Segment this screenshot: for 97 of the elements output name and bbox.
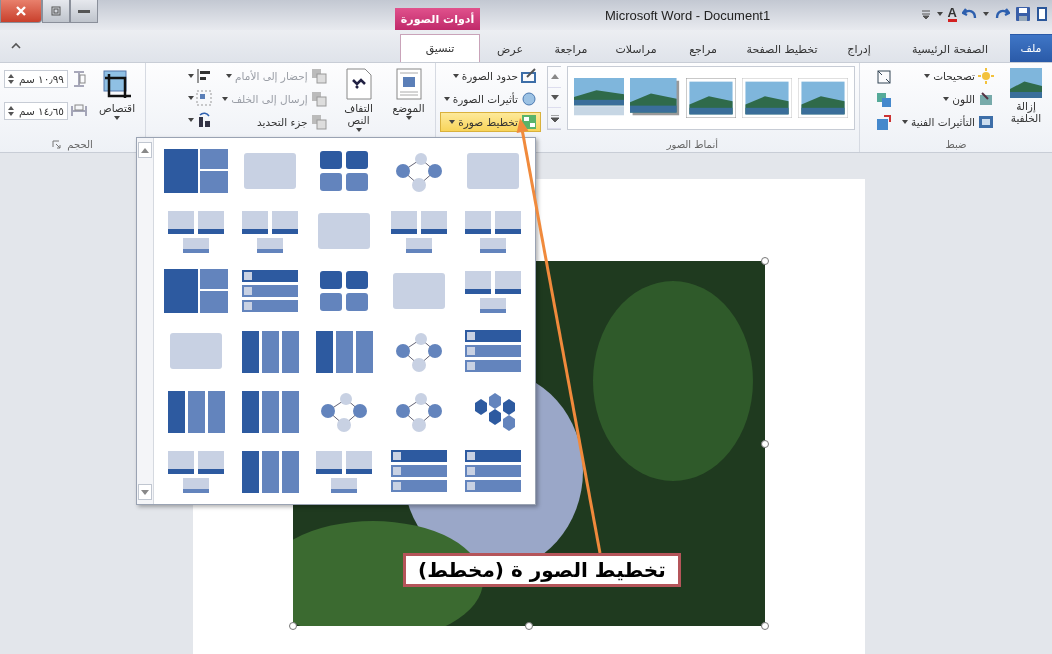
border-icon [521,68,537,84]
caret-icon [188,96,195,100]
arrange-command-button[interactable]: جزء التحديد [218,112,331,132]
rotate-icon [196,112,213,128]
reset-picture-icon [876,115,893,131]
caret-icon [983,12,989,16]
picture-style-thumbnail[interactable] [574,78,624,118]
layout-icon [521,114,537,130]
landscape-icon [1010,68,1042,98]
adjust-button[interactable]: تصحيحات [898,66,998,86]
selection-handle[interactable] [525,622,533,630]
caret-icon [188,74,195,78]
caret-icon [222,97,229,101]
spin-arrows-icon [8,106,14,116]
artistic-effects-icon [978,114,994,130]
caret-icon [114,116,120,120]
width-icon [71,103,87,119]
picture-command-button[interactable]: تأثيرات الصورة [439,89,541,109]
caret-icon [943,97,950,101]
crop-button[interactable]: اقتصاص [93,66,141,122]
ribbon-tab[interactable]: عرض [480,36,540,62]
ribbon-tab[interactable]: مراجع [670,36,736,62]
adjust-button[interactable]: اللون [898,89,998,109]
minimize-button[interactable] [70,0,98,23]
bring-forward-icon [310,68,327,84]
ribbon-tab[interactable]: مراجعة [540,36,602,62]
caret-icon [936,12,943,16]
window-title: Microsoft Word - Document1 [604,7,772,23]
caret-icon [924,74,931,78]
ribbon-tab[interactable]: مراسلات [602,36,670,62]
picture-style-thumbnail[interactable] [798,78,848,118]
caret-icon [405,116,412,120]
caret-icon [355,128,362,132]
minimize-icon [78,9,90,13]
group-icon [196,90,213,106]
ribbon-tab[interactable]: تخطيط الصفحة [736,36,828,62]
up-arrow-icon [550,74,559,80]
close-button[interactable] [0,0,42,23]
dialog-launcher-icon [52,140,62,149]
crop-icon [101,68,133,100]
remove-background-button[interactable]: إزالة الخلفية [1004,66,1048,126]
position-button[interactable]: الموضع [386,66,431,122]
customize-toolbar-icon [919,7,932,21]
selection-handle[interactable] [761,622,769,630]
height-field[interactable]: ١٠٫٩٩ سم [4,70,68,88]
position-icon [394,68,423,100]
ribbon-tab[interactable]: تنسيق [400,34,480,62]
group-label: الحجم [67,139,93,150]
close-icon [14,4,28,18]
save-icon [1015,6,1031,22]
picture-style-thumbnail[interactable] [686,78,736,118]
ribbon-tab[interactable]: الصفحة الرئيسية [890,36,1010,62]
ribbon-tab[interactable]: إدراج [828,36,890,62]
contextual-tab-title: أدوات الصورة [395,8,480,30]
compress-icon [876,69,893,85]
picture-style-thumbnail[interactable] [630,78,680,118]
sun-icon [978,68,994,84]
caret-icon [226,74,233,78]
caret-icon [452,74,459,78]
caret-icon [902,120,909,124]
align-icon [196,68,213,84]
selection-handle[interactable] [761,439,769,448]
picture-command-button[interactable]: تخطيط صورة [439,112,541,132]
caret-icon [443,97,450,101]
down-arrow-icon [141,489,149,495]
up-arrow-icon [141,147,149,153]
caret-icon [188,118,195,122]
picture-command-button[interactable]: حدود الصورة [439,66,541,86]
caret-icon [449,120,456,124]
expand-gallery-icon [550,114,559,122]
change-picture-icon [876,92,893,108]
send-backward-icon [310,91,327,107]
effects-icon [521,91,537,107]
selection-pane-icon [310,114,327,130]
restore-button[interactable] [42,0,70,23]
group-label: ضبط [944,138,968,152]
ribbon-tab[interactable]: ملف [1010,34,1052,62]
down-arrow-icon [550,95,559,100]
picture-layout-option[interactable] [164,149,229,193]
wrap-text-icon [344,68,373,100]
group-label: أنماط الصور [665,137,719,152]
spin-arrows-icon [8,74,14,84]
font-color-button[interactable]: A [947,6,957,22]
adjust-button[interactable]: التأثيرات الفنية [898,112,998,132]
scroll-down-button[interactable] [138,484,152,500]
height-icon [71,71,87,87]
word-logo-icon [1036,6,1048,22]
picture-layout-option[interactable] [164,269,229,313]
scroll-up-button[interactable] [138,142,152,158]
color-icon [978,91,994,107]
picture-style-thumbnail[interactable] [742,78,792,118]
callout-label: تخطيط الصور ة (مخطط) [403,553,681,587]
selection-handle[interactable] [761,257,769,265]
restore-icon [50,5,62,17]
wrap-text-button[interactable]: التفاف النص [336,66,381,134]
width-field[interactable]: ١٤٫٦٥ سم [4,102,68,120]
selection-handle[interactable] [289,622,297,630]
